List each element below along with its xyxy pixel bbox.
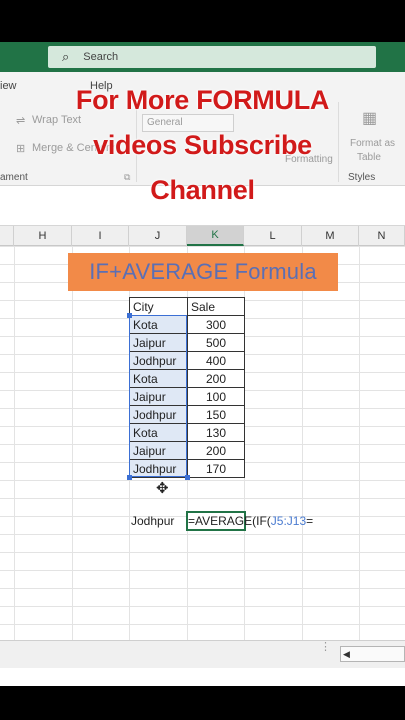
sale-cell[interactable]: 200 <box>187 369 245 388</box>
sale-cell[interactable]: 200 <box>187 441 245 460</box>
column-header-j[interactable]: J <box>129 226 187 246</box>
status-bar <box>0 668 405 686</box>
tab-splitter-icon[interactable]: ⋮ <box>320 642 331 653</box>
header-city[interactable]: City <box>129 297 188 316</box>
column-header-row: H I J K L M N <box>0 226 405 246</box>
city-cell[interactable]: Jaipur <box>129 387 188 406</box>
column-header-m[interactable]: M <box>302 226 359 246</box>
grid-line <box>359 246 360 640</box>
table-row: Kota 300 <box>129 315 245 334</box>
overlay-line-2: videos Subscribe <box>93 130 312 160</box>
sale-cell[interactable]: 500 <box>187 333 245 352</box>
city-cell[interactable]: Kota <box>129 423 188 442</box>
formula-suffix: = <box>306 514 314 528</box>
data-table: City Sale Kota 300 Jaipur 500 Jodhpur 400 Kota… <box>129 297 245 478</box>
sale-cell[interactable]: 300 <box>187 315 245 334</box>
table-row: Jaipur 100 <box>129 387 245 406</box>
formula-input[interactable]: =AVERAGE(IF(J5:J13= <box>188 514 313 528</box>
overlay-line-1: For More FORMULA <box>75 85 330 115</box>
grid-line <box>14 246 15 640</box>
city-cell[interactable]: Jodhpur <box>129 405 188 424</box>
overlay-line-3: Channel <box>150 175 255 205</box>
sale-cell[interactable]: 170 <box>187 459 245 478</box>
scroll-left-icon[interactable]: ◀ <box>343 649 350 660</box>
search-icon: ⌕ <box>62 49 70 64</box>
selection-handle[interactable] <box>127 313 132 318</box>
table-row: Jodhpur 400 <box>129 351 245 370</box>
table-row: Kota 130 <box>129 423 245 442</box>
city-cell[interactable]: Jaipur <box>129 333 188 352</box>
column-header-n[interactable]: N <box>359 226 405 246</box>
table-row: Jodhpur 150 <box>129 405 245 424</box>
sale-cell[interactable]: 150 <box>187 405 245 424</box>
sale-cell[interactable]: 100 <box>187 387 245 406</box>
sale-cell[interactable]: 400 <box>187 351 245 370</box>
search-placeholder: Search <box>83 51 119 63</box>
column-header-i[interactable]: I <box>72 226 129 246</box>
grid-line <box>302 246 303 640</box>
city-cell[interactable]: Kota <box>129 369 188 388</box>
table-row: Jaipur 500 <box>129 333 245 352</box>
column-header-l[interactable]: L <box>244 226 302 246</box>
table-row: Kota 200 <box>129 369 245 388</box>
column-header-h[interactable]: H <box>14 226 72 246</box>
column-header-k[interactable]: K <box>187 226 244 246</box>
city-cell[interactable]: Jodhpur <box>129 351 188 370</box>
formula-title-banner: IF+AVERAGE Formula <box>68 253 338 291</box>
formula-prefix: =AVERAGE(IF( <box>188 514 271 528</box>
criteria-cell[interactable]: Jodhpur <box>131 514 174 528</box>
search-box[interactable]: ⌕ Search <box>48 46 376 68</box>
move-cursor-icon: ✥ <box>156 480 169 497</box>
horizontal-scrollbar[interactable]: ◀ <box>340 646 405 662</box>
selection-handle[interactable] <box>185 475 190 480</box>
row-header-corner <box>0 226 14 246</box>
subscribe-overlay-text: For More FORMULA videos Subscribe Channe… <box>0 78 405 213</box>
table-row: Jaipur 200 <box>129 441 245 460</box>
video-top-bar <box>0 0 405 42</box>
selection-handle[interactable] <box>127 475 132 480</box>
city-cell[interactable]: Jaipur <box>129 441 188 460</box>
city-cell[interactable]: Kota <box>129 315 188 334</box>
header-sale[interactable]: Sale <box>187 297 245 316</box>
sale-cell[interactable]: 130 <box>187 423 245 442</box>
video-bottom-bar <box>0 686 405 720</box>
formula-range-ref: J5:J13 <box>270 514 307 528</box>
table-header-row: City Sale <box>129 297 245 316</box>
city-cell[interactable]: Jodhpur <box>129 459 188 478</box>
grid-line <box>72 246 73 640</box>
